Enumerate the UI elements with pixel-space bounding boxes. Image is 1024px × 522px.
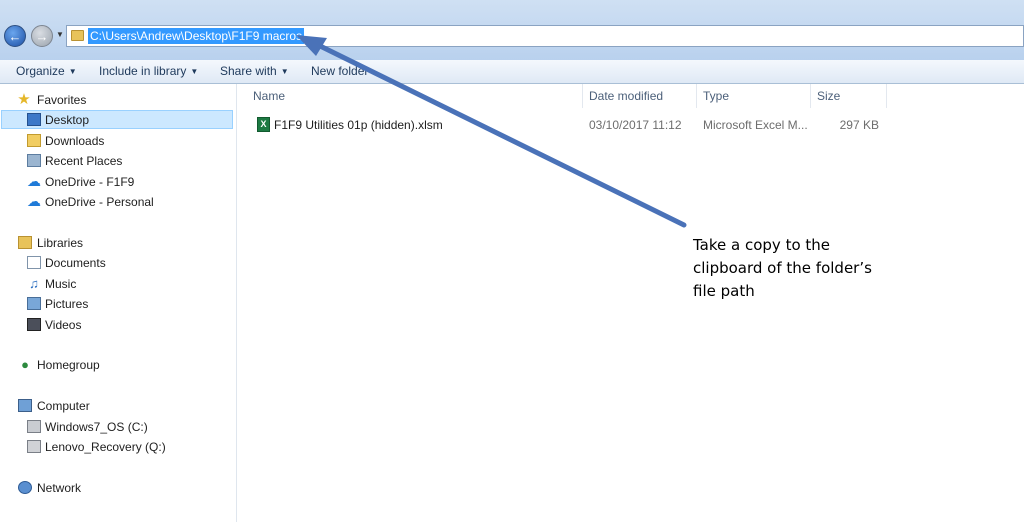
downloads-icon	[27, 134, 41, 147]
back-button[interactable]: ←	[4, 25, 26, 47]
nav-lenovo-recovery-label: Lenovo_Recovery (Q:)	[45, 440, 166, 454]
include-in-library-button[interactable]: Include in library ▼	[99, 63, 198, 80]
nav-documents-label: Documents	[45, 256, 106, 270]
arrow-right-icon: →	[35, 28, 49, 44]
organize-label: Organize	[16, 64, 65, 78]
annotation-line-3: file path	[693, 282, 755, 300]
nav-computer-label: Computer	[37, 399, 90, 413]
desktop-icon	[27, 113, 41, 126]
new-folder-button[interactable]: New folder	[311, 63, 368, 80]
file-date-modified: 03/10/2017 11:12	[589, 118, 682, 132]
column-header-type[interactable]: Type	[697, 84, 811, 108]
column-header-size-label: Size	[817, 89, 841, 103]
annotation-callout: Take a copy to the clipboard of the fold…	[693, 234, 933, 303]
nav-onedrive-personal-label: OneDrive - Personal	[45, 195, 154, 209]
nav-videos-label: Videos	[45, 318, 82, 332]
new-folder-label: New folder	[311, 64, 369, 78]
chevron-down-icon: ▼	[56, 30, 64, 39]
chevron-down-icon: ▼	[190, 67, 199, 77]
column-header-name[interactable]: Name	[247, 84, 583, 108]
nav-homegroup-label: Homegroup	[37, 358, 100, 372]
nav-windows7-os-label: Windows7_OS (C:)	[45, 420, 148, 434]
file-size: 297 KB	[839, 118, 879, 132]
file-list-pane: Name Date modified Type Size X F1F9 Util…	[237, 84, 1024, 522]
file-type: Microsoft Excel M...	[703, 118, 808, 132]
column-header-date-label: Date modified	[589, 89, 664, 103]
folder-icon	[71, 30, 84, 41]
music-icon: ♫	[29, 276, 39, 291]
annotation-line-1: Take a copy to the	[693, 236, 831, 254]
nav-network-label: Network	[37, 481, 82, 495]
excel-file-icon: X	[257, 117, 270, 132]
recent-places-icon	[27, 154, 41, 167]
document-icon	[27, 256, 41, 269]
nav-downloads-label: Downloads	[45, 134, 105, 148]
nav-pictures-label: Pictures	[45, 297, 89, 311]
share-with-label: Share with	[220, 64, 277, 78]
column-header-name-label: Name	[253, 89, 286, 103]
forward-button[interactable]: →	[31, 25, 53, 47]
videos-icon	[27, 318, 41, 331]
computer-icon	[18, 399, 32, 412]
nav-libraries-label: Libraries	[37, 236, 84, 250]
annotation-line-2: clipboard of the folder’s	[693, 259, 872, 277]
library-icon	[18, 236, 32, 249]
address-bar[interactable]: C:\Users\Andrew\Desktop\F1F9 macros	[66, 25, 1024, 47]
column-header-size[interactable]: Size	[811, 84, 887, 108]
cloud-icon: ☁	[27, 193, 41, 209]
chevron-down-icon: ▼	[280, 67, 289, 77]
nav-recent-places-label: Recent Places	[45, 154, 123, 168]
include-in-library-label: Include in library	[99, 64, 187, 78]
organize-button[interactable]: Organize ▼	[16, 63, 77, 80]
share-with-button[interactable]: Share with ▼	[220, 63, 289, 80]
column-header-date-modified[interactable]: Date modified	[583, 84, 697, 108]
pictures-icon	[27, 297, 41, 310]
recovery-drive-icon	[27, 440, 41, 453]
recent-pages-dropdown[interactable]: ▼	[56, 30, 64, 39]
chevron-down-icon: ▼	[68, 67, 77, 77]
nav-onedrive-f1f9-label: OneDrive - F1F9	[45, 175, 135, 189]
homegroup-icon: ●	[21, 357, 29, 372]
cloud-icon: ☁	[27, 173, 41, 189]
nav-music-label: Music	[45, 277, 77, 291]
title-address-area: ← → ▼ C:\Users\Andrew\Desktop\F1F9 macro…	[0, 0, 1024, 60]
drive-icon	[27, 420, 41, 433]
address-path-text[interactable]: C:\Users\Andrew\Desktop\F1F9 macros	[88, 28, 305, 44]
star-icon: ★	[17, 91, 31, 108]
nav-desktop-label: Desktop	[45, 113, 90, 127]
network-icon	[18, 481, 32, 494]
nav-favorites-label: Favorites	[37, 93, 87, 107]
file-name: F1F9 Utilities 01p (hidden).xlsm	[274, 118, 443, 132]
column-header-type-label: Type	[703, 89, 730, 103]
arrow-left-icon: ←	[8, 28, 22, 44]
navigation-pane: ★ Favorites Desktop Downloads Recent Pla…	[0, 84, 237, 522]
command-bar: Organize ▼ Include in library ▼ Share with…	[0, 60, 1024, 84]
